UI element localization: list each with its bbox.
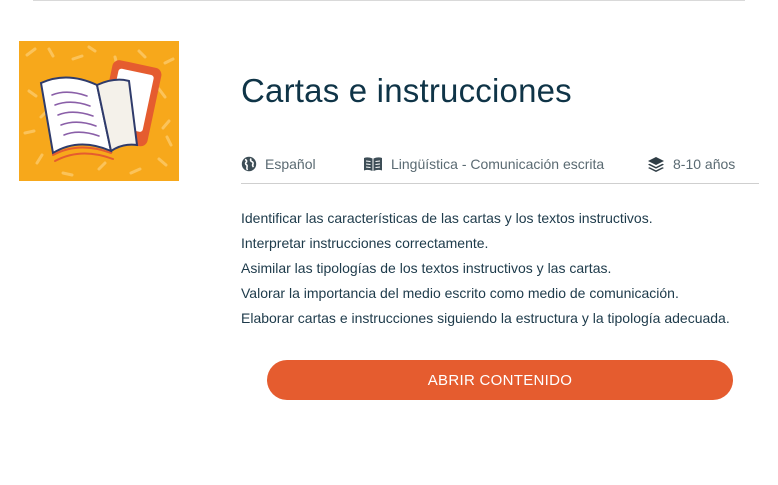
list-item: Interpretar instrucciones correctamente. xyxy=(241,235,489,251)
meta-language: Español xyxy=(241,156,363,172)
book-and-tablet-illustration xyxy=(23,45,175,177)
list-item: Identificar las características de las c… xyxy=(241,210,653,226)
course-meta: Español Lingüística - Comunicación escri… xyxy=(241,156,759,184)
list-item: Elaborar cartas e instrucciones siguiend… xyxy=(241,310,730,326)
top-divider xyxy=(33,0,745,1)
open-book-icon xyxy=(363,156,383,172)
list-item: Valorar la importancia del medio escrito… xyxy=(241,285,679,301)
meta-age-label: 8-10 años xyxy=(673,156,736,172)
globe-icon xyxy=(241,156,257,172)
page-title: Cartas e instrucciones xyxy=(241,72,572,109)
list-item: Asimilar las tipologías de los textos in… xyxy=(241,260,612,276)
layers-icon xyxy=(647,156,665,172)
meta-area: Lingüística - Comunicación escrita xyxy=(363,156,647,172)
objectives-list: Identificar las características de las c… xyxy=(241,206,730,331)
course-thumbnail xyxy=(19,41,179,181)
meta-language-label: Español xyxy=(265,156,316,172)
meta-age: 8-10 años xyxy=(647,156,735,172)
open-content-button[interactable]: ABRIR CONTENIDO xyxy=(267,360,733,400)
meta-area-label: Lingüística - Comunicación escrita xyxy=(391,156,605,172)
